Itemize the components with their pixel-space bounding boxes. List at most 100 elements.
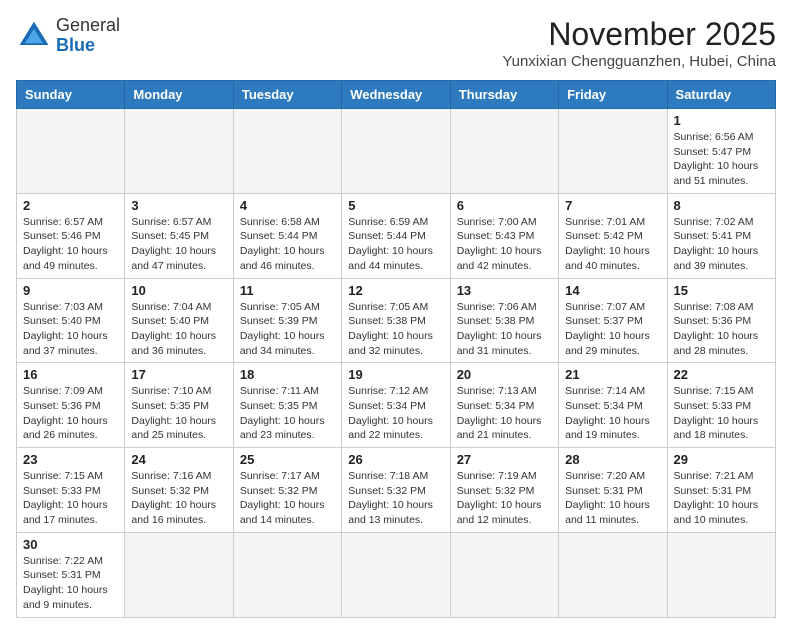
day-info: Sunrise: 7:07 AM Sunset: 5:37 PM Dayligh… (565, 300, 660, 359)
day-info: Sunrise: 7:15 AM Sunset: 5:33 PM Dayligh… (674, 384, 769, 443)
calendar-day-cell (17, 109, 125, 194)
calendar-day-cell: 23 Sunrise: 7:15 AM Sunset: 5:33 PM Dayli… (17, 448, 125, 533)
day-number: 21 (565, 367, 660, 382)
page-header: General Blue November 2025 Yunxixian Che… (16, 16, 776, 70)
day-info: Sunrise: 6:57 AM Sunset: 5:45 PM Dayligh… (131, 215, 226, 274)
day-number: 28 (565, 452, 660, 467)
calendar-day-cell (342, 532, 450, 617)
calendar-table: SundayMondayTuesdayWednesdayThursdayFrid… (16, 80, 776, 618)
day-info: Sunrise: 7:13 AM Sunset: 5:34 PM Dayligh… (457, 384, 552, 443)
day-info: Sunrise: 7:11 AM Sunset: 5:35 PM Dayligh… (240, 384, 335, 443)
day-number: 17 (131, 367, 226, 382)
day-number: 7 (565, 198, 660, 213)
calendar-week-row: 1Sunrise: 6:56 AM Sunset: 5:47 PM Daylig… (17, 109, 776, 194)
day-number: 14 (565, 283, 660, 298)
day-number: 6 (457, 198, 552, 213)
day-number: 30 (23, 537, 118, 552)
calendar-day-cell: 24Sunrise: 7:16 AM Sunset: 5:32 PM Dayli… (125, 448, 233, 533)
calendar-day-cell: 30 Sunrise: 7:22 AM Sunset: 5:31 PM Dayli… (17, 532, 125, 617)
calendar-day-cell: 1Sunrise: 6:56 AM Sunset: 5:47 PM Daylig… (667, 109, 775, 194)
day-number: 1 (674, 113, 769, 128)
day-info: Sunrise: 7:17 AM Sunset: 5:32 PM Dayligh… (240, 469, 335, 528)
calendar-day-cell: 6Sunrise: 7:00 AM Sunset: 5:43 PM Daylig… (450, 193, 558, 278)
weekday-header-saturday: Saturday (667, 81, 775, 109)
day-number: 15 (674, 283, 769, 298)
weekday-header-sunday: Sunday (17, 81, 125, 109)
calendar-day-cell: 8 Sunrise: 7:02 AM Sunset: 5:41 PM Daylig… (667, 193, 775, 278)
calendar-day-cell: 26 Sunrise: 7:18 AM Sunset: 5:32 PM Dayli… (342, 448, 450, 533)
calendar-day-cell (559, 532, 667, 617)
weekday-header-monday: Monday (125, 81, 233, 109)
calendar-day-cell (342, 109, 450, 194)
day-number: 3 (131, 198, 226, 213)
day-number: 11 (240, 283, 335, 298)
day-info: Sunrise: 7:05 AM Sunset: 5:39 PM Dayligh… (240, 300, 335, 359)
weekday-header-wednesday: Wednesday (342, 81, 450, 109)
day-info: Sunrise: 7:08 AM Sunset: 5:36 PM Dayligh… (674, 300, 769, 359)
calendar-day-cell: 16 Sunrise: 7:09 AM Sunset: 5:36 PM Dayli… (17, 363, 125, 448)
day-number: 13 (457, 283, 552, 298)
day-info: Sunrise: 7:09 AM Sunset: 5:36 PM Dayligh… (23, 384, 118, 443)
day-number: 10 (131, 283, 226, 298)
day-info: Sunrise: 7:03 AM Sunset: 5:40 PM Dayligh… (23, 300, 118, 359)
day-info: Sunrise: 7:21 AM Sunset: 5:31 PM Dayligh… (674, 469, 769, 528)
logo-general: General (56, 16, 120, 36)
day-info: Sunrise: 6:58 AM Sunset: 5:44 PM Dayligh… (240, 215, 335, 274)
day-number: 4 (240, 198, 335, 213)
day-info: Sunrise: 6:57 AM Sunset: 5:46 PM Dayligh… (23, 215, 118, 274)
weekday-header-tuesday: Tuesday (233, 81, 341, 109)
day-info: Sunrise: 7:15 AM Sunset: 5:33 PM Dayligh… (23, 469, 118, 528)
calendar-day-cell: 20 Sunrise: 7:13 AM Sunset: 5:34 PM Dayli… (450, 363, 558, 448)
calendar-day-cell: 25 Sunrise: 7:17 AM Sunset: 5:32 PM Dayli… (233, 448, 341, 533)
calendar-day-cell: 5Sunrise: 6:59 AM Sunset: 5:44 PM Daylig… (342, 193, 450, 278)
day-number: 27 (457, 452, 552, 467)
day-number: 2 (23, 198, 118, 213)
day-info: Sunrise: 7:18 AM Sunset: 5:32 PM Dayligh… (348, 469, 443, 528)
day-info: Sunrise: 7:02 AM Sunset: 5:41 PM Dayligh… (674, 215, 769, 274)
day-number: 26 (348, 452, 443, 467)
day-info: Sunrise: 6:59 AM Sunset: 5:44 PM Dayligh… (348, 215, 443, 274)
calendar-day-cell (125, 109, 233, 194)
calendar-day-cell: 9Sunrise: 7:03 AM Sunset: 5:40 PM Daylig… (17, 278, 125, 363)
weekday-header-row: SundayMondayTuesdayWednesdayThursdayFrid… (17, 81, 776, 109)
day-number: 8 (674, 198, 769, 213)
calendar-day-cell: 11 Sunrise: 7:05 AM Sunset: 5:39 PM Dayli… (233, 278, 341, 363)
day-number: 18 (240, 367, 335, 382)
day-number: 25 (240, 452, 335, 467)
day-info: Sunrise: 7:20 AM Sunset: 5:31 PM Dayligh… (565, 469, 660, 528)
day-info: Sunrise: 7:10 AM Sunset: 5:35 PM Dayligh… (131, 384, 226, 443)
calendar-day-cell: 14 Sunrise: 7:07 AM Sunset: 5:37 PM Dayli… (559, 278, 667, 363)
calendar-week-row: 23 Sunrise: 7:15 AM Sunset: 5:33 PM Dayli… (17, 448, 776, 533)
day-number: 23 (23, 452, 118, 467)
calendar-day-cell: 27Sunrise: 7:19 AM Sunset: 5:32 PM Dayli… (450, 448, 558, 533)
weekday-header-friday: Friday (559, 81, 667, 109)
calendar-week-row: 30 Sunrise: 7:22 AM Sunset: 5:31 PM Dayli… (17, 532, 776, 617)
calendar-week-row: 2 Sunrise: 6:57 AM Sunset: 5:46 PM Daylig… (17, 193, 776, 278)
calendar-day-cell: 22 Sunrise: 7:15 AM Sunset: 5:33 PM Dayli… (667, 363, 775, 448)
calendar-day-cell: 12Sunrise: 7:05 AM Sunset: 5:38 PM Dayli… (342, 278, 450, 363)
day-info: Sunrise: 7:04 AM Sunset: 5:40 PM Dayligh… (131, 300, 226, 359)
day-number: 20 (457, 367, 552, 382)
day-number: 24 (131, 452, 226, 467)
location-label: Yunxixian Chengguanzhen, Hubei, China (502, 53, 776, 70)
month-year-title: November 2025 (502, 16, 776, 53)
calendar-week-row: 9Sunrise: 7:03 AM Sunset: 5:40 PM Daylig… (17, 278, 776, 363)
logo-text: General Blue (56, 16, 120, 56)
calendar-day-cell: 15 Sunrise: 7:08 AM Sunset: 5:36 PM Dayli… (667, 278, 775, 363)
logo-icon (16, 18, 52, 54)
logo: General Blue (16, 16, 120, 56)
calendar-day-cell: 2 Sunrise: 6:57 AM Sunset: 5:46 PM Daylig… (17, 193, 125, 278)
logo-blue: Blue (56, 36, 120, 56)
day-number: 22 (674, 367, 769, 382)
calendar-day-cell: 28 Sunrise: 7:20 AM Sunset: 5:31 PM Dayli… (559, 448, 667, 533)
day-info: Sunrise: 7:14 AM Sunset: 5:34 PM Dayligh… (565, 384, 660, 443)
day-number: 16 (23, 367, 118, 382)
calendar-day-cell: 7 Sunrise: 7:01 AM Sunset: 5:42 PM Daylig… (559, 193, 667, 278)
day-info: Sunrise: 7:01 AM Sunset: 5:42 PM Dayligh… (565, 215, 660, 274)
calendar-day-cell: 21 Sunrise: 7:14 AM Sunset: 5:34 PM Dayli… (559, 363, 667, 448)
calendar-day-cell (233, 532, 341, 617)
calendar-day-cell: 19Sunrise: 7:12 AM Sunset: 5:34 PM Dayli… (342, 363, 450, 448)
calendar-day-cell (667, 532, 775, 617)
day-info: Sunrise: 7:22 AM Sunset: 5:31 PM Dayligh… (23, 554, 118, 613)
calendar-day-cell: 13Sunrise: 7:06 AM Sunset: 5:38 PM Dayli… (450, 278, 558, 363)
